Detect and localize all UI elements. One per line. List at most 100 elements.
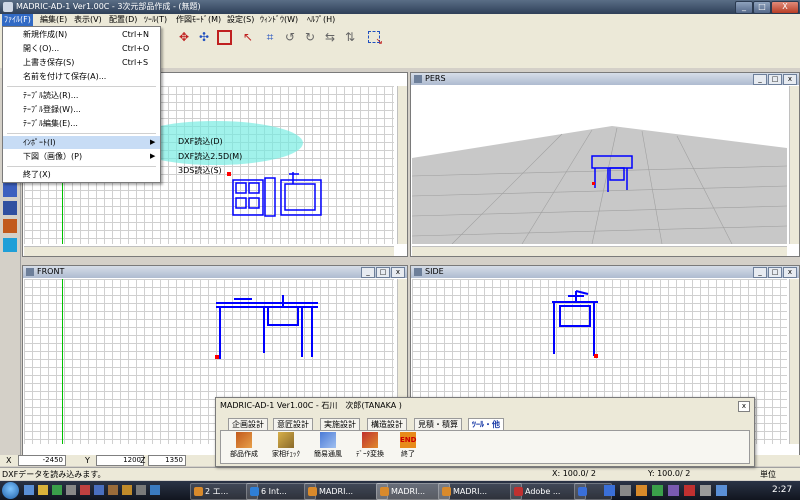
expand-icon[interactable]: ✥ — [176, 29, 192, 45]
file-menu-dropdown: 新規作成(N) Ctrl+N 開く(O)... Ctrl+O 上書き保存(S) Ctr… — [2, 26, 161, 183]
side-min-button[interactable]: _ — [753, 267, 767, 278]
quick-launch-icon[interactable] — [80, 485, 90, 495]
flip-horizontal-icon[interactable]: ⇆ — [322, 29, 338, 45]
submenu-item-dxf[interactable]: DXF読込(D) — [178, 136, 223, 147]
tab-implementation[interactable]: 実施設計 — [320, 418, 360, 430]
tray-icon[interactable] — [668, 485, 679, 496]
tray-icon[interactable] — [700, 485, 711, 496]
part-create-button[interactable]: 部品作成 — [224, 432, 264, 462]
status-grid-x: X: 100.0/ 2 — [552, 469, 596, 478]
side-max-button[interactable]: □ — [768, 267, 782, 278]
quick-launch-icon[interactable] — [136, 485, 146, 495]
menu-item-table-load[interactable]: ﾃｰﾌﾞﾙ読込(R)... — [3, 89, 160, 102]
menu-draw-mode[interactable]: 作図ﾓｰﾄﾞ(M) — [174, 14, 223, 26]
close-button[interactable]: X — [771, 1, 799, 14]
front-caption: FRONT — [23, 266, 407, 278]
tab-structure[interactable]: 構造設計 — [367, 418, 407, 430]
quick-launch-icon[interactable] — [150, 485, 160, 495]
move-grid-icon[interactable]: ⌗ — [262, 29, 278, 45]
flip-vertical-icon[interactable]: ⇅ — [342, 29, 358, 45]
tab-estimate[interactable]: 見積・積算 — [414, 418, 462, 430]
quick-launch-icon[interactable] — [38, 485, 48, 495]
frame-icon[interactable] — [216, 29, 232, 45]
cube-tool-icon[interactable] — [3, 238, 17, 252]
menu-item-import[interactable]: ｲﾝﾎﾟｰﾄ(I) ▶ — [3, 136, 160, 149]
status-message: DXFデータを読み込みます。 — [2, 470, 106, 479]
tray-icon[interactable] — [716, 485, 727, 496]
quick-launch-icon[interactable] — [122, 485, 132, 495]
menu-separator — [7, 166, 156, 167]
menu-window[interactable]: ｳｨﾝﾄﾞｳ(W) — [258, 14, 300, 26]
top-hscroll[interactable] — [24, 246, 394, 256]
tray-icon[interactable] — [636, 485, 647, 496]
quick-launch-icon[interactable] — [24, 485, 34, 495]
tray-icon[interactable] — [620, 485, 631, 496]
rotate-right-icon[interactable]: ↻ — [302, 29, 318, 45]
menu-item-save-as[interactable]: 名前を付けて保存(A)... — [3, 70, 160, 83]
front-axis-line — [62, 279, 63, 444]
window-title: MADRIC-AD-1 Ver1.00C - 3次元部品作成 - (無題) — [16, 2, 201, 11]
window-icon — [26, 268, 34, 276]
figure-tool-icon[interactable] — [3, 219, 17, 233]
end-button[interactable]: END 終了 — [388, 432, 428, 462]
menu-layout[interactable]: 配置(D) — [107, 14, 139, 26]
rotate-left-icon[interactable]: ↺ — [282, 29, 298, 45]
quick-launch-icon[interactable] — [66, 485, 76, 495]
region-select-icon[interactable]: ↘ — [366, 29, 383, 47]
quick-launch-icon[interactable] — [52, 485, 62, 495]
house-check-button[interactable]: 家相ﾁｪｯｸ — [266, 432, 306, 462]
tab-tools-other[interactable]: ﾂｰﾙ・他 — [468, 418, 504, 430]
menu-item-exit[interactable]: 終了(X) — [3, 168, 160, 181]
chair-tool-icon[interactable] — [3, 201, 17, 215]
y-coord-field[interactable]: 1200 — [96, 455, 144, 466]
menu-settings[interactable]: 設定(S) — [225, 14, 256, 26]
menu-help[interactable]: ﾍﾙﾌﾟ(H) — [305, 14, 337, 26]
menu-tools[interactable]: ﾂｰﾙ(T) — [142, 14, 169, 26]
menu-edit[interactable]: 編集(E) — [38, 14, 69, 26]
select-arrow-icon[interactable]: ↖ — [240, 29, 256, 45]
menu-item-new[interactable]: 新規作成(N) Ctrl+N — [3, 28, 160, 41]
front-min-button[interactable]: _ — [361, 267, 375, 278]
menu-item-save[interactable]: 上書き保存(S) Ctrl+S — [3, 56, 160, 69]
tab-planning[interactable]: 企画設計 — [228, 418, 268, 430]
submenu-item-dxf25d[interactable]: DXF読込2.5D(M) — [178, 151, 242, 162]
menu-file[interactable]: ﾌｧｲﾙ(F) — [2, 14, 33, 26]
menu-item-table-register[interactable]: ﾃｰﾌﾞﾙ登録(W)... — [3, 103, 160, 116]
quick-launch-icon[interactable] — [94, 485, 104, 495]
tab-design[interactable]: 意匠設計 — [273, 418, 313, 430]
viewport-pers[interactable]: PERS _ □ x — [410, 72, 800, 257]
data-convert-icon — [362, 432, 378, 448]
pers-hscroll[interactable] — [412, 246, 787, 256]
menu-item-underlay[interactable]: 下図（画像）(P) ▶ — [3, 150, 160, 163]
menu-item-table-edit[interactable]: ﾃｰﾌﾞﾙ編集(E)... — [3, 117, 160, 130]
z-coord-field[interactable]: 1350 — [148, 455, 186, 466]
clock: 2:27 — [772, 485, 793, 495]
side-vscroll[interactable] — [789, 279, 799, 444]
pers-vscroll[interactable] — [789, 86, 799, 244]
front-close-button[interactable]: x — [391, 267, 405, 278]
menu-separator — [7, 86, 156, 87]
tray-icon[interactable] — [652, 485, 663, 496]
menu-view[interactable]: 表示(V) — [72, 14, 104, 26]
side-close-button[interactable]: x — [783, 267, 797, 278]
tray-icon[interactable] — [684, 485, 695, 496]
pers-min-button[interactable]: _ — [753, 74, 767, 85]
top-vscroll[interactable] — [397, 86, 407, 244]
minimize-button[interactable]: _ — [735, 1, 753, 14]
quick-launch-icon[interactable] — [108, 485, 118, 495]
maximize-button[interactable]: □ — [753, 1, 771, 14]
shrink-icon[interactable]: ✣ — [196, 29, 212, 45]
start-button[interactable] — [2, 482, 19, 499]
ventilation-button[interactable]: 簡易通風 — [308, 432, 348, 462]
side-caption: SIDE — [411, 266, 799, 278]
x-coord-field[interactable]: -2450 — [18, 455, 66, 466]
front-max-button[interactable]: □ — [376, 267, 390, 278]
pers-max-button[interactable]: □ — [768, 74, 782, 85]
palette-close-button[interactable]: x — [738, 401, 750, 412]
pen-tool-icon[interactable] — [3, 183, 17, 197]
menu-item-open[interactable]: 開く(O)... Ctrl+O — [3, 42, 160, 55]
data-convert-button[interactable]: ﾃﾞｰﾀ変換 — [350, 432, 390, 462]
pers-close-button[interactable]: x — [783, 74, 797, 85]
tray-icon[interactable] — [604, 485, 615, 496]
submenu-item-3ds[interactable]: 3DS読込(S) — [178, 165, 222, 176]
